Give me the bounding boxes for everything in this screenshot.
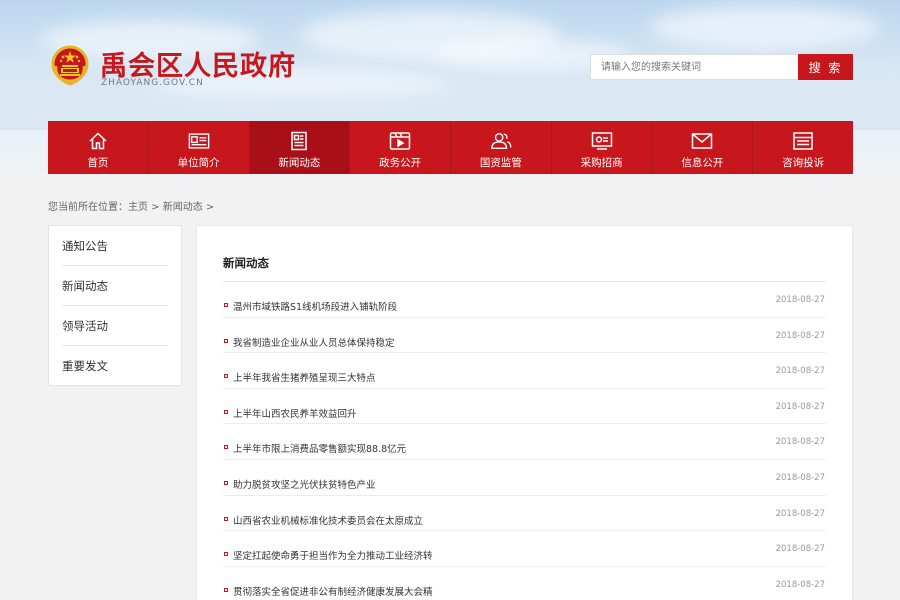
- news-date: 2018-08-27: [775, 437, 825, 448]
- list-item: 助力脱贫攻坚之光伏扶贫特色产业 2018-08-27: [223, 460, 826, 496]
- breadcrumb-separator: >: [202, 202, 215, 213]
- news-date: 2018-08-27: [775, 295, 825, 305]
- mail-icon: [691, 130, 713, 152]
- bullet-icon: [224, 552, 228, 557]
- list-item: 山西省农业机械标准化技术委员会在太原成立 2018-08-27: [223, 496, 826, 532]
- nav-item-consult-complaint[interactable]: 咨询投诉: [752, 121, 853, 174]
- search-input[interactable]: [590, 54, 798, 80]
- nav-item-procurement[interactable]: 采购招商: [550, 121, 652, 174]
- nav-label: 信息公开: [681, 157, 724, 169]
- news-title-link[interactable]: 上半年市限上消费品零售额实现88.8亿元: [233, 441, 406, 455]
- search-button[interactable]: 搜 索: [798, 54, 853, 80]
- news-title-link[interactable]: 坚定扛起使命勇于担当作为全力推动工业经济转: [233, 548, 433, 562]
- nav-label: 采购招商: [580, 157, 623, 169]
- bullet-icon: [224, 303, 228, 307]
- home-icon: [87, 130, 109, 152]
- breadcrumb-home-link[interactable]: 主页: [128, 202, 148, 213]
- news-date: 2018-08-27: [775, 366, 825, 377]
- bullet-icon: [224, 409, 228, 414]
- nav-item-asset-supervision[interactable]: 国资监管: [450, 121, 551, 174]
- nav-item-home[interactable]: 首页: [48, 121, 148, 174]
- news-icon: [288, 130, 310, 152]
- sidebar-item-news[interactable]: 新闻动态: [62, 266, 168, 306]
- list-item: 上半年我省生猪养殖呈现三大特点 2018-08-27: [223, 353, 826, 389]
- news-date: 2018-08-27: [775, 508, 825, 519]
- news-list: 温州市域铁路S1线机场段进入铺轨阶段 2018-08-27 我省制造业企业从业人…: [223, 282, 826, 600]
- list-item: 温州市域铁路S1线机场段进入铺轨阶段 2018-08-27: [223, 282, 826, 318]
- nav-label: 新闻动态: [278, 157, 321, 169]
- news-title-link[interactable]: 我省制造业企业从业人员总体保持稳定: [233, 335, 395, 349]
- news-title-link[interactable]: 温州市域铁路S1线机场段进入铺轨阶段: [233, 299, 397, 313]
- breadcrumb-current-link[interactable]: 新闻动态: [163, 202, 203, 213]
- bullet-icon: [224, 445, 228, 450]
- news-title-link[interactable]: 助力脱贫攻坚之光伏扶贫特色产业: [233, 477, 376, 491]
- nav-label: 首页: [87, 157, 109, 169]
- document-icon: [792, 130, 814, 152]
- bullet-icon: [224, 587, 228, 592]
- nav-item-unit-intro[interactable]: 单位简介: [147, 121, 249, 174]
- national-emblem-icon[interactable]: [50, 44, 90, 86]
- id-card-icon: [188, 130, 210, 152]
- sidebar: 通知公告 新闻动态 领导活动 重要发文: [48, 225, 182, 386]
- sidebar-item-leader-activities[interactable]: 领导活动: [62, 306, 168, 346]
- list-item: 上半年市限上消费品零售额实现88.8亿元 2018-08-27: [223, 424, 826, 460]
- bullet-icon: [224, 516, 228, 521]
- nav-item-news[interactable]: 新闻动态: [248, 121, 350, 174]
- news-title-link[interactable]: 山西省农业机械标准化技术委员会在太原成立: [233, 513, 423, 527]
- news-title-link[interactable]: 贯彻落实全省促进非公有制经济健康发展大会精: [233, 584, 433, 598]
- news-date: 2018-08-27: [775, 330, 825, 341]
- site-domain: ZHAOYANG.GOV.CN: [101, 78, 204, 88]
- news-title-link[interactable]: 上半年我省生猪养殖呈现三大特点: [233, 370, 376, 384]
- breadcrumb-prefix: 您当前所在位置：: [48, 202, 128, 213]
- breadcrumb: 您当前所在位置：主页 > 新闻动态 >: [48, 198, 214, 213]
- bullet-icon: [224, 338, 228, 343]
- bullet-icon: [224, 480, 228, 485]
- people-icon: [490, 130, 512, 152]
- nav-label: 咨询投诉: [782, 157, 825, 169]
- video-icon: [389, 130, 411, 152]
- nav-label: 单位简介: [177, 157, 220, 169]
- breadcrumb-separator: >: [148, 202, 163, 213]
- news-date: 2018-08-27: [775, 544, 825, 555]
- list-item: 我省制造业企业从业人员总体保持稳定 2018-08-27: [223, 318, 826, 354]
- news-date: 2018-08-27: [775, 401, 825, 412]
- site-header: 禹会区人民政府 ZHAOYANG.GOV.CN 搜 索: [48, 40, 853, 100]
- main-nav: 首页 单位简介 新闻动态 政务公开 国资监管 采购招商 信息公开 咨询投诉: [48, 121, 853, 174]
- nav-item-government-affairs[interactable]: 政务公开: [349, 121, 450, 174]
- nav-item-info-disclosure[interactable]: 信息公开: [651, 121, 753, 174]
- news-title-link[interactable]: 上半年山西农民养羊效益回升: [233, 406, 357, 420]
- news-date: 2018-08-27: [775, 472, 825, 483]
- monitor-icon: [591, 130, 613, 152]
- news-date: 2018-08-27: [775, 579, 825, 590]
- list-item: 坚定扛起使命勇于担当作为全力推动工业经济转 2018-08-27: [223, 531, 826, 567]
- nav-label: 政务公开: [379, 157, 422, 169]
- news-panel: 新闻动态 温州市域铁路S1线机场段进入铺轨阶段 2018-08-27 我省制造业…: [196, 225, 853, 600]
- sidebar-item-important-documents[interactable]: 重要发文: [62, 346, 168, 386]
- sidebar-item-notices[interactable]: 通知公告: [62, 226, 168, 266]
- bullet-icon: [224, 374, 228, 379]
- list-item: 贯彻落实全省促进非公有制经济健康发展大会精 2018-08-27: [223, 567, 826, 600]
- nav-label: 国资监管: [479, 157, 522, 169]
- section-title: 新闻动态: [223, 255, 826, 282]
- list-item: 上半年山西农民养羊效益回升 2018-08-27: [223, 389, 826, 425]
